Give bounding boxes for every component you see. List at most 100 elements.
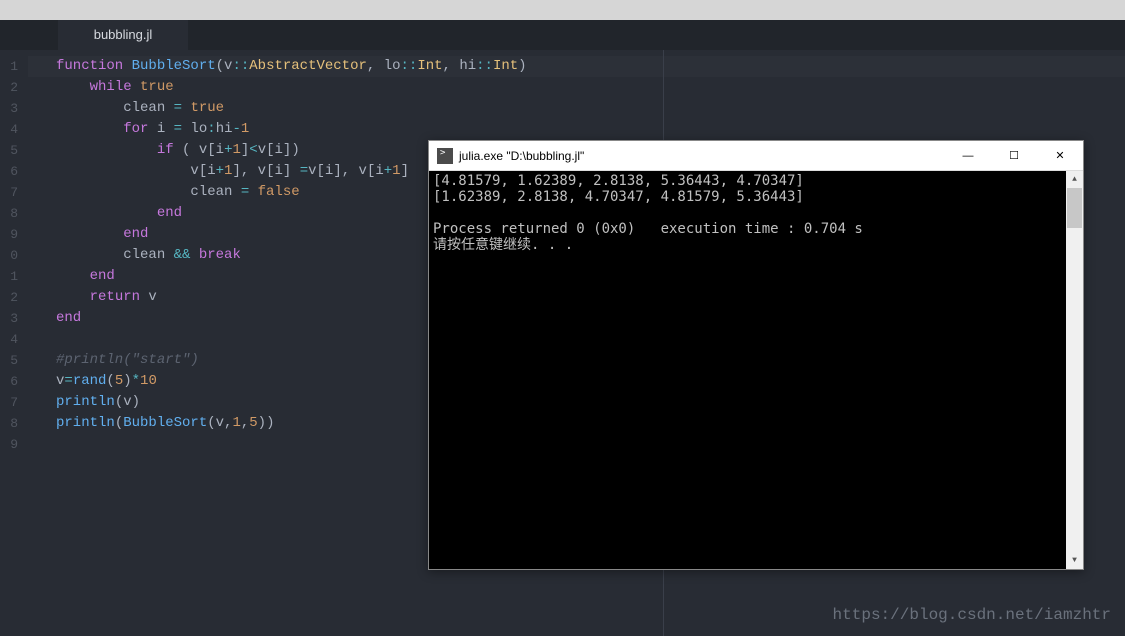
token: [56, 205, 157, 221]
console-window: julia.exe "D:\bubbling.jl" — ☐ ✕ [4.8157…: [428, 140, 1084, 570]
close-button[interactable]: ✕: [1037, 141, 1083, 171]
token: for: [123, 121, 148, 137]
token: ): [132, 394, 140, 410]
token: v: [140, 289, 157, 305]
code-line[interactable]: function BubbleSort(v::AbstractVector, l…: [28, 56, 1125, 77]
token: hi: [216, 121, 233, 137]
token: v,: [216, 415, 233, 431]
line-number: 9: [0, 224, 28, 245]
token: i: [275, 142, 283, 158]
terminal-icon: [437, 148, 453, 164]
line-number: 6: [0, 371, 28, 392]
token: (: [216, 58, 224, 74]
minimize-button[interactable]: —: [945, 141, 991, 171]
console-body-wrap: [4.81579, 1.62389, 2.8138, 5.36443, 4.70…: [429, 171, 1083, 569]
code-line[interactable]: for i = lo:hi-1: [28, 119, 1125, 140]
token: i: [274, 163, 282, 179]
line-number: 2: [0, 287, 28, 308]
token: ::: [401, 58, 418, 74]
editor-tab-bar: bubbling.jl: [0, 20, 1125, 50]
token: println: [56, 415, 115, 431]
token: Int: [493, 58, 518, 74]
code-line[interactable]: clean = true: [28, 98, 1125, 119]
token: AbstractVector: [249, 58, 367, 74]
token: [: [199, 163, 207, 179]
token: [291, 163, 299, 179]
window-controls: — ☐ ✕: [945, 141, 1083, 171]
token: -: [233, 121, 241, 137]
token: 5: [249, 415, 257, 431]
token: true: [140, 79, 174, 95]
token: [56, 268, 90, 284]
token: Int: [417, 58, 442, 74]
token: <: [249, 142, 257, 158]
token: ]): [283, 142, 300, 158]
code-line[interactable]: while true: [28, 77, 1125, 98]
console-line: Process returned 0 (0x0) execution time …: [433, 221, 863, 237]
tab-bubbling[interactable]: bubbling.jl: [58, 20, 188, 50]
line-number-gutter: 1234567890123456789: [0, 50, 28, 636]
line-number: 3: [0, 98, 28, 119]
token: (: [106, 373, 114, 389]
token: end: [90, 268, 115, 284]
token: =: [174, 100, 182, 116]
line-number: 3: [0, 308, 28, 329]
maximize-button[interactable]: ☐: [991, 141, 1037, 171]
token: =: [64, 373, 72, 389]
token: return: [90, 289, 140, 305]
token: clean: [56, 247, 174, 263]
token: end: [157, 205, 182, 221]
line-number: 4: [0, 119, 28, 140]
token: [174, 142, 182, 158]
line-number: 6: [0, 161, 28, 182]
token: rand: [73, 373, 107, 389]
line-number: 7: [0, 392, 28, 413]
console-title: julia.exe "D:\bubbling.jl": [459, 149, 584, 163]
console-line: [4.81579, 1.62389, 2.8138, 5.36443, 4.70…: [433, 173, 804, 189]
window-top-bar: [0, 0, 1125, 20]
token: v: [190, 142, 207, 158]
line-number: 8: [0, 413, 28, 434]
console-output[interactable]: [4.81579, 1.62389, 2.8138, 5.36443, 4.70…: [429, 171, 1066, 569]
token: function: [56, 58, 123, 74]
line-number: 1: [0, 56, 28, 77]
token: , hi: [443, 58, 477, 74]
token: break: [199, 247, 241, 263]
token: ]: [333, 163, 341, 179]
token: true: [190, 100, 224, 116]
token: [56, 142, 157, 158]
token: ]: [232, 163, 240, 179]
line-number: 4: [0, 329, 28, 350]
token: lo: [182, 121, 207, 137]
token: , v: [241, 163, 266, 179]
token: v: [258, 142, 266, 158]
console-scrollbar[interactable]: ▲ ▼: [1066, 171, 1083, 569]
watermark: https://blog.csdn.net/iamzhtr: [833, 606, 1111, 624]
line-number: 9: [0, 434, 28, 455]
line-number: 0: [0, 245, 28, 266]
token: [: [317, 163, 325, 179]
console-titlebar[interactable]: julia.exe "D:\bubbling.jl" — ☐ ✕: [429, 141, 1083, 171]
token: [56, 79, 90, 95]
line-number: 8: [0, 203, 28, 224]
token: 1: [232, 142, 240, 158]
token: +: [384, 163, 392, 179]
token: v: [56, 163, 199, 179]
token: ,: [241, 415, 249, 431]
token: 1: [232, 415, 240, 431]
token: while: [90, 79, 132, 95]
scroll-thumb[interactable]: [1067, 188, 1082, 228]
scroll-up-arrow[interactable]: ▲: [1066, 171, 1083, 188]
token: ): [123, 373, 131, 389]
line-number: 1: [0, 266, 28, 287]
token: [56, 226, 123, 242]
scroll-down-arrow[interactable]: ▼: [1066, 552, 1083, 569]
line-number: 2: [0, 77, 28, 98]
token: +: [216, 163, 224, 179]
token: v: [308, 163, 316, 179]
token: BubbleSort: [132, 58, 216, 74]
token: [56, 289, 90, 305]
token: =: [174, 121, 182, 137]
token: [249, 184, 257, 200]
token: ]: [401, 163, 409, 179]
